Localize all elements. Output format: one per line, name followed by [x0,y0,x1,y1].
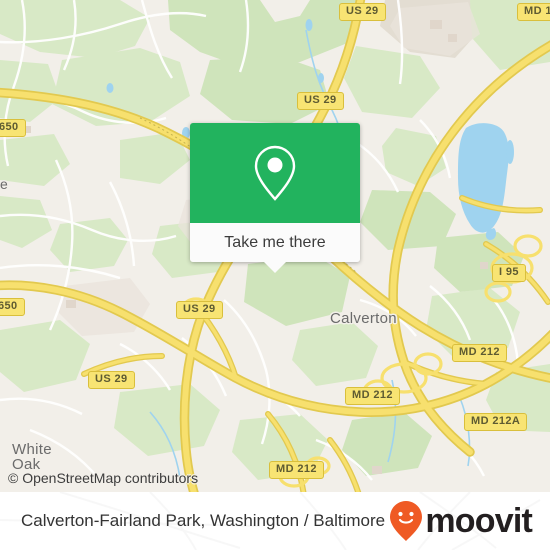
map-canvas[interactable]: Calverton White Oak e US 29 MD 1 US 29 6… [0,0,550,492]
shield-us-29-lower[interactable]: US 29 [88,371,135,389]
shield-us-29-upper[interactable]: US 29 [297,92,344,110]
poi-callout-card[interactable]: Take me there [190,123,360,273]
callout-tail [264,262,286,273]
take-me-there-button[interactable]: Take me there [224,234,325,252]
shield-md-212-south[interactable]: MD 212 [345,387,400,405]
poi-card-footer[interactable]: Take me there [190,223,360,273]
shield-md-1-top-right[interactable]: MD 1 [517,3,550,21]
poi-card-header [190,123,360,223]
map-pin-icon [254,145,296,201]
moovit-wordmark: moovit [425,502,532,540]
shield-md-212-bottom[interactable]: MD 212 [269,461,324,479]
shield-md-212a[interactable]: MD 212A [464,413,528,431]
shield-md-212-east[interactable]: MD 212 [452,344,507,362]
footer-bar: Calverton-Fairland Park, Washington / Ba… [0,492,550,550]
shield-md-650-lower[interactable]: 650 [0,298,25,316]
moovit-smiley-pin-icon [390,501,423,541]
osm-attribution[interactable]: © OpenStreetMap contributors [8,470,198,486]
shield-us-29-top[interactable]: US 29 [339,3,386,21]
page-title: Calverton-Fairland Park, Washington / Ba… [21,511,386,530]
shield-i-95[interactable]: I 95 [492,264,526,282]
moovit-logo[interactable]: moovit [389,500,533,542]
shield-us-29-mid[interactable]: US 29 [176,301,223,319]
shield-md-650-left[interactable]: 650 [0,119,26,137]
